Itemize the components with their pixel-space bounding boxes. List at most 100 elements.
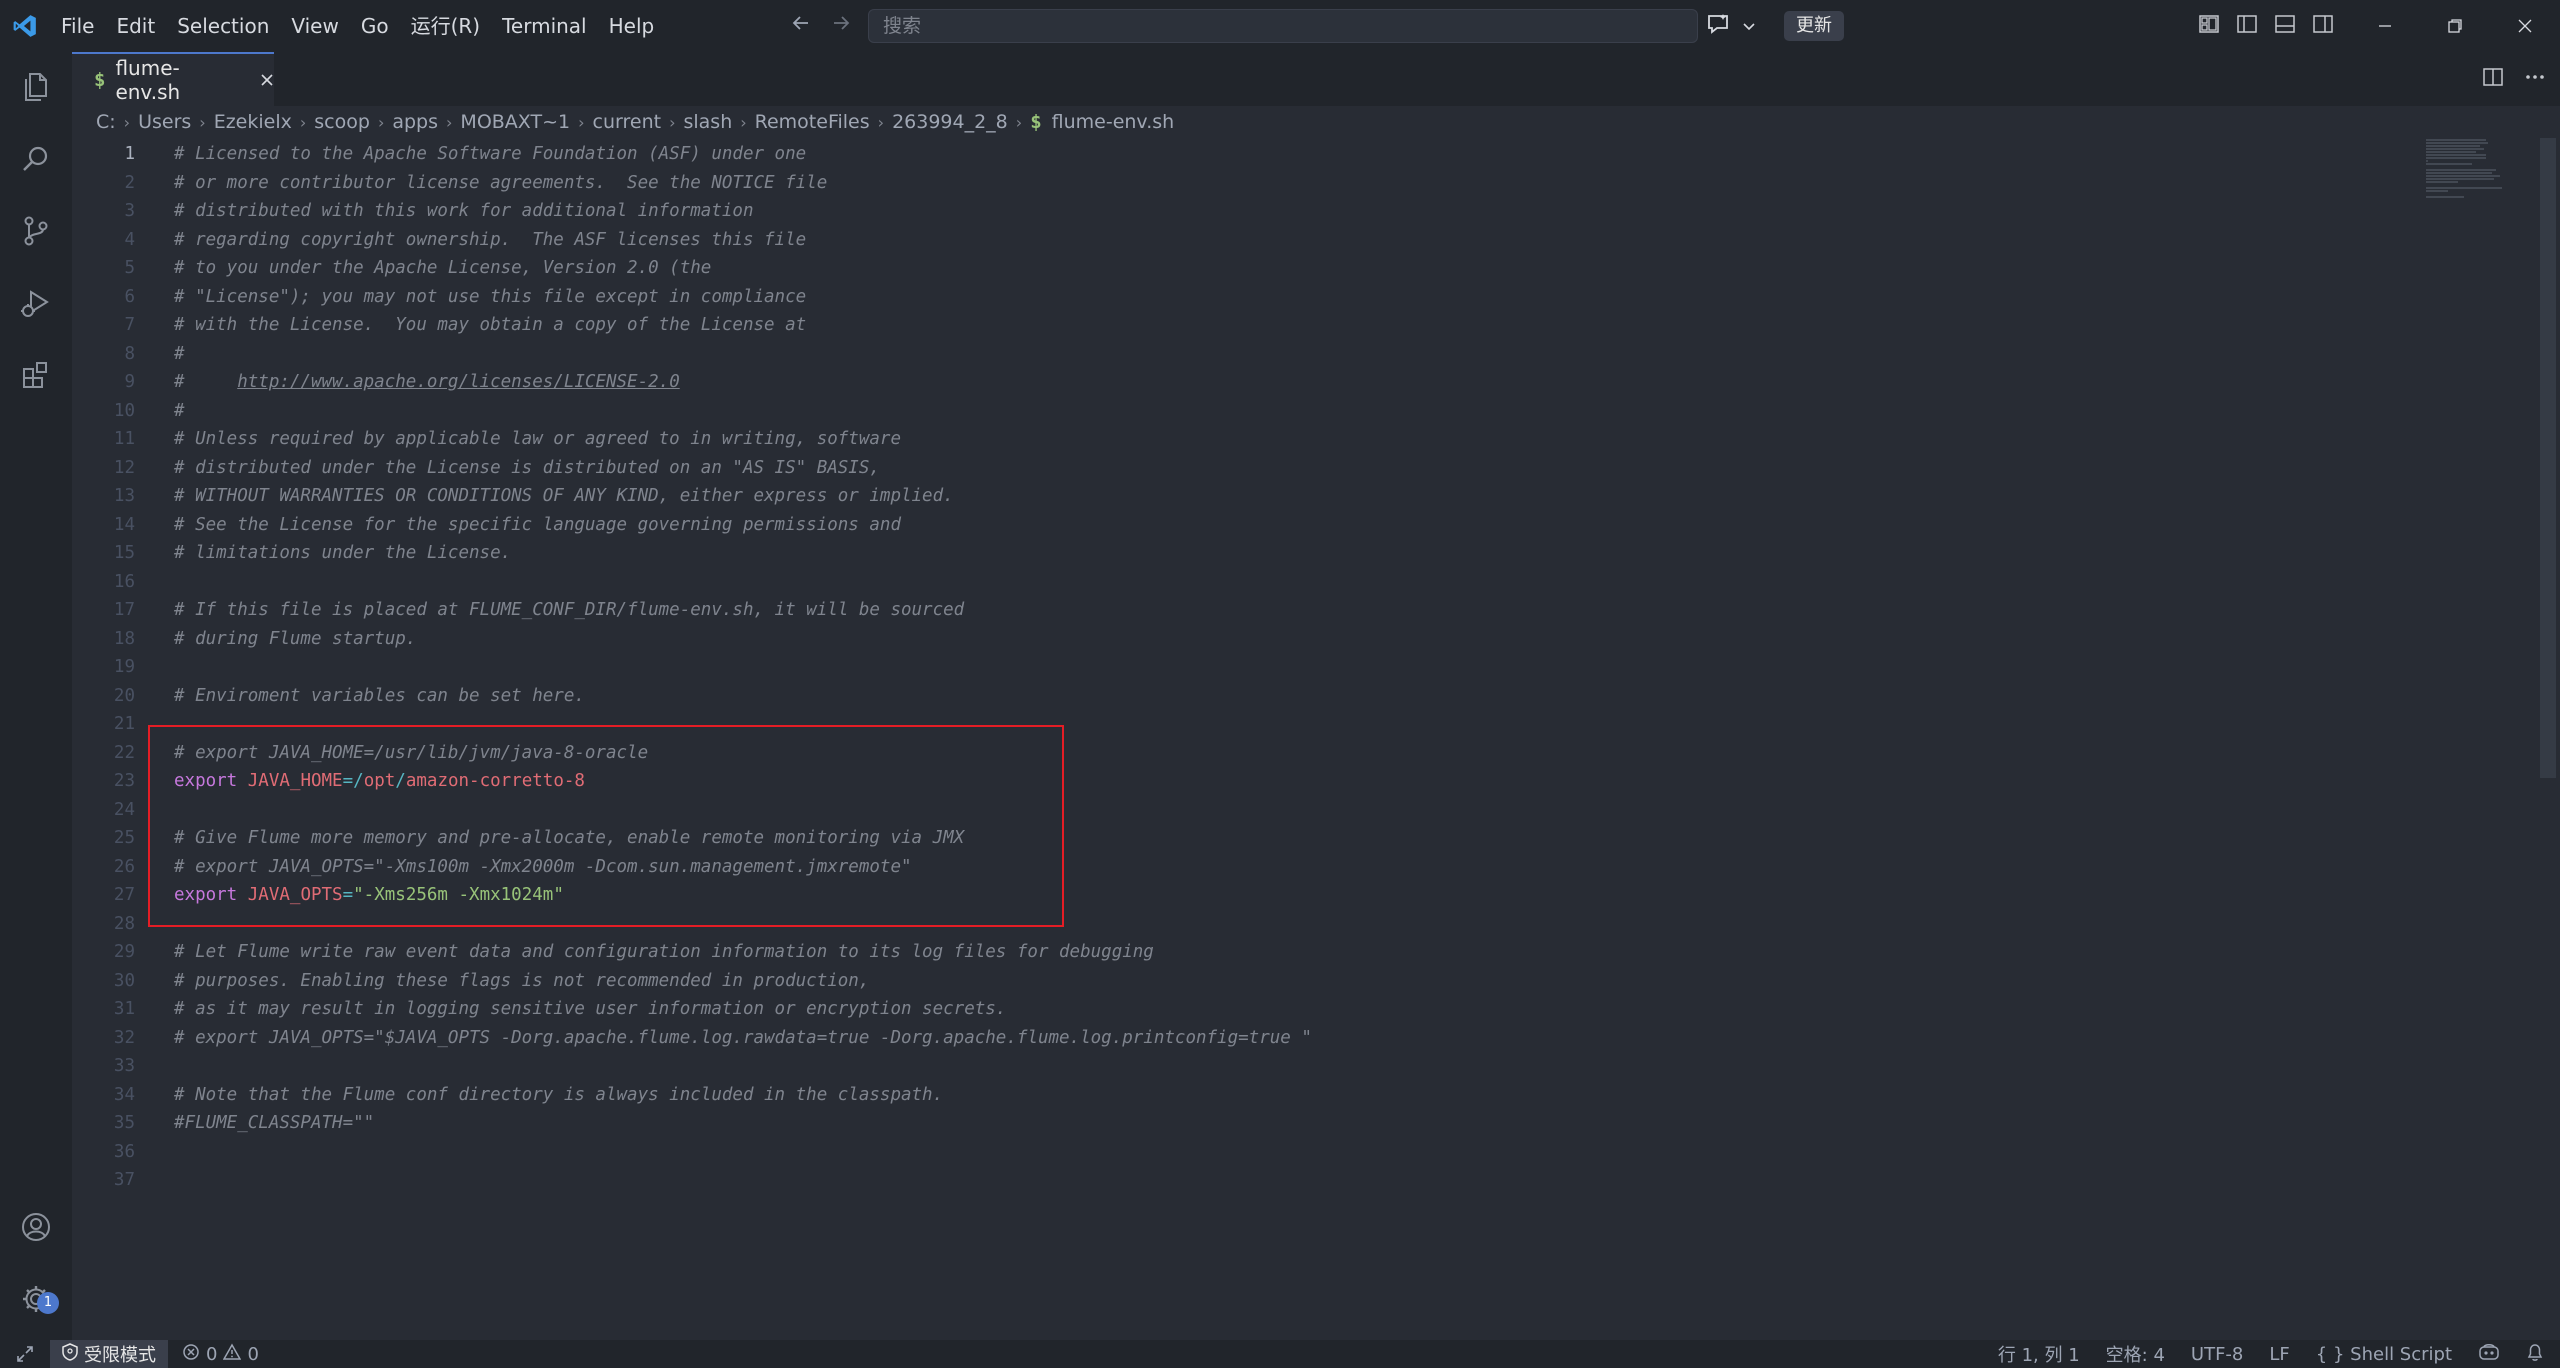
breadcrumb-item[interactable]: Ezekielx [214, 111, 292, 133]
status-bar: 受限模式 0 0 行 1, 列 1 空格: 4 UTF-8 LF { } She… [0, 1340, 2560, 1368]
code-line[interactable]: 35 #FLUME_CLASSPATH="" [72, 1109, 2492, 1138]
code-token: # distributed with this work for additio… [174, 201, 754, 221]
code-line[interactable]: 10 # [72, 397, 2492, 426]
code-line[interactable]: 14 # See the License for the specific lan… [72, 511, 2492, 540]
remote-indicator-icon[interactable] [0, 1340, 50, 1368]
update-button[interactable]: 更新 [1784, 11, 1844, 41]
command-center-search[interactable]: 搜索 [868, 9, 1698, 43]
problems-indicator[interactable]: 0 0 [168, 1342, 259, 1366]
vertical-scrollbar[interactable] [2540, 138, 2556, 778]
code-line[interactable]: 6 # "License"); you may not use this file… [72, 283, 2492, 312]
code-token: # with the License. You may obtain a cop… [174, 315, 807, 335]
breadcrumb-item[interactable]: C: [96, 111, 116, 133]
customize-layout-icon[interactable] [2198, 13, 2220, 40]
accounts-icon[interactable] [0, 1192, 72, 1262]
cursor-position[interactable]: 行 1, 列 1 [1998, 1341, 2080, 1367]
code-line[interactable]: 12 # distributed under the License is dis… [72, 454, 2492, 483]
code-line[interactable]: 19 [72, 653, 2492, 682]
breadcrumb-item[interactable]: current [593, 111, 662, 133]
line-code: # with the License. You may obtain a cop… [174, 311, 806, 340]
code-line[interactable]: 17 # If this file is placed at FLUME_CONF… [72, 596, 2492, 625]
code-line[interactable]: 33 [72, 1052, 2492, 1081]
restricted-mode-label: 受限模式 [84, 1345, 156, 1366]
code-line[interactable]: 3 # distributed with this work for additi… [72, 197, 2492, 226]
code-line[interactable]: 16 [72, 568, 2492, 597]
copilot-status-icon[interactable] [2478, 1342, 2500, 1367]
menu-selection[interactable]: Selection [166, 0, 280, 52]
source-control-icon[interactable] [0, 196, 72, 266]
menu-view[interactable]: View [280, 0, 349, 52]
menu-edit[interactable]: Edit [105, 0, 166, 52]
code-line[interactable]: 5 # to you under the Apache License, Vers… [72, 254, 2492, 283]
chevron-right-icon: › [123, 112, 131, 132]
close-tab-icon[interactable] [260, 68, 274, 93]
extensions-icon[interactable] [0, 340, 72, 410]
code-line[interactable]: 32 # export JAVA_OPTS="$JAVA_OPTS -Dorg.a… [72, 1024, 2492, 1053]
toggle-secondary-sidebar-icon[interactable] [2312, 13, 2334, 40]
back-arrow-icon[interactable] [790, 12, 812, 40]
code-line[interactable]: 2 # or more contributor license agreement… [72, 169, 2492, 198]
breadcrumb-item[interactable]: RemoteFiles [755, 111, 870, 133]
warning-count: 0 [247, 1343, 259, 1365]
breadcrumb-item[interactable]: apps [392, 111, 438, 133]
toggle-primary-sidebar-icon[interactable] [2236, 13, 2258, 40]
menu-help[interactable]: Help [598, 0, 666, 52]
line-number: 26 [113, 856, 135, 877]
tab-flume-env[interactable]: $ flume-env.sh [72, 52, 274, 106]
code-line[interactable]: 11 # Unless required by applicable law or… [72, 425, 2492, 454]
indentation[interactable]: 空格: 4 [2106, 1341, 2165, 1367]
code-line[interactable]: 37 [72, 1166, 2492, 1195]
manage-gear-icon[interactable]: 1 [0, 1264, 72, 1334]
chevron-right-icon: › [1015, 112, 1023, 132]
menu-run[interactable]: 运行(R) [400, 0, 492, 52]
code-line[interactable]: 18 # during Flume startup. [72, 625, 2492, 654]
toggle-panel-icon[interactable] [2274, 13, 2296, 40]
code-line[interactable]: 4 # regarding copyright ownership. The AS… [72, 226, 2492, 255]
code-line[interactable]: 20 # Enviroment variables can be set here… [72, 682, 2492, 711]
copilot-menu[interactable] [1700, 9, 1762, 43]
copilot-chat-icon[interactable] [1706, 13, 1730, 40]
line-number: 16 [113, 571, 135, 592]
encoding[interactable]: UTF-8 [2191, 1344, 2243, 1365]
breadcrumb-item[interactable]: slash [683, 111, 732, 133]
language-mode[interactable]: { } Shell Script [2316, 1344, 2452, 1365]
breadcrumb: C: › Users › Ezekielx › scoop › apps › M… [72, 106, 2472, 138]
forward-arrow-icon[interactable] [830, 12, 852, 40]
code-line[interactable]: 9 # http://www.apache.org/licenses/LICENS… [72, 368, 2492, 397]
notifications-bell-icon[interactable] [2526, 1342, 2544, 1367]
run-debug-icon[interactable] [0, 268, 72, 338]
end-of-line[interactable]: LF [2269, 1344, 2289, 1365]
code-line[interactable]: 31 # as it may result in logging sensitiv… [72, 995, 2492, 1024]
minimize-icon[interactable] [2350, 0, 2420, 52]
code-line[interactable]: 1 # Licensed to the Apache Software Found… [72, 140, 2492, 169]
breadcrumb-file[interactable]: flume-env.sh [1052, 111, 1175, 133]
code-line[interactable]: 13 # WITHOUT WARRANTIES OR CONDITIONS OF … [72, 482, 2492, 511]
code-line[interactable]: 15 # limitations under the License. [72, 539, 2492, 568]
breadcrumb-item[interactable]: Users [138, 111, 191, 133]
code-line[interactable]: 36 [72, 1138, 2492, 1167]
chevron-right-icon: › [578, 112, 585, 132]
menu-bar: File Edit Selection View Go 运行(R) Termin… [50, 0, 665, 52]
more-actions-icon[interactable] [2524, 66, 2546, 93]
restricted-mode-indicator[interactable]: 受限模式 [50, 1340, 168, 1368]
explorer-icon[interactable] [0, 52, 72, 122]
search-icon[interactable] [0, 124, 72, 194]
code-line[interactable]: 30 # purposes. Enabling these flags is no… [72, 967, 2492, 996]
minimap[interactable] [2424, 138, 2534, 208]
close-window-icon[interactable] [2490, 0, 2560, 52]
line-code: # Let Flume write raw event data and con… [174, 938, 1154, 967]
code-line[interactable]: 7 # with the License. You may obtain a co… [72, 311, 2492, 340]
breadcrumb-item[interactable]: 263994_2_8 [892, 111, 1008, 133]
breadcrumb-item[interactable]: scoop [314, 111, 370, 133]
breadcrumb-item[interactable]: MOBAXT~1 [460, 111, 570, 133]
menu-file[interactable]: File [50, 0, 105, 52]
restore-icon[interactable] [2420, 0, 2490, 52]
menu-go[interactable]: Go [350, 0, 400, 52]
error-count: 0 [206, 1343, 218, 1365]
chevron-down-icon[interactable] [1742, 14, 1756, 38]
code-line[interactable]: 29 # Let Flume write raw event data and c… [72, 938, 2492, 967]
code-line[interactable]: 8 # [72, 340, 2492, 369]
code-line[interactable]: 34 # Note that the Flume conf directory i… [72, 1081, 2492, 1110]
split-editor-icon[interactable] [2482, 66, 2504, 93]
menu-terminal[interactable]: Terminal [491, 0, 598, 52]
